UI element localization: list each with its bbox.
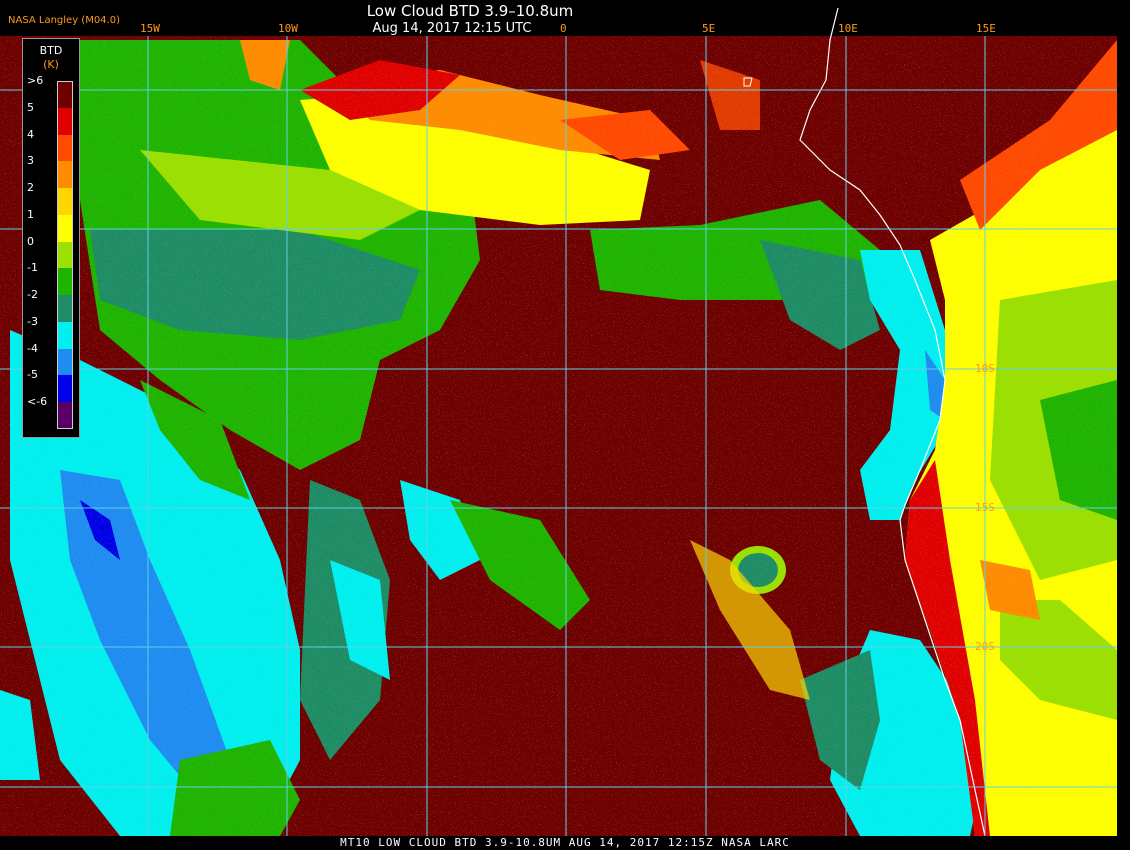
legend-title: BTD: [39, 44, 63, 57]
legend-label: -5: [27, 368, 38, 382]
legend-label: 1: [27, 207, 34, 221]
legend-swatch: [57, 348, 73, 376]
lat-label-15s: 15S: [975, 501, 995, 514]
legend-label: <-6: [27, 395, 48, 409]
legend-swatch: [57, 107, 73, 135]
legend-swatch: [57, 295, 73, 322]
lat-label-10s: 10S: [975, 362, 995, 375]
lon-label-15w: 15W: [140, 22, 160, 35]
credit-label: NASA Langley (M04.0): [8, 15, 120, 26]
legend-label: -3: [27, 314, 38, 328]
footer-caption: MT10 LOW CLOUD BTD 3.9-10.8UM AUG 14, 20…: [0, 836, 1130, 850]
legend-swatch: [57, 321, 73, 349]
satellite-map: [0, 7, 1130, 837]
legend-label: 0: [27, 234, 34, 248]
lon-label-5e: 5E: [702, 22, 716, 35]
legend-label: 2: [27, 181, 34, 195]
legend-swatch: [57, 375, 73, 403]
map-title: Low Cloud BTD 3.9–10.8um: [366, 2, 574, 20]
legend-label: -2: [27, 288, 38, 302]
lon-label-15e: 15E: [976, 22, 996, 35]
legend-swatch: [57, 268, 73, 296]
legend-label: 3: [27, 154, 34, 168]
lon-label-10w: 10W: [278, 22, 298, 35]
legend-label: >6: [27, 74, 44, 87]
lon-label-0: 0: [560, 22, 567, 35]
legend-swatch: [57, 402, 73, 429]
color-legend: BTD (K) >6 5 4 3 2 1 0 -1 -2 -3 -4 -5 <-6: [22, 38, 80, 438]
legend-swatch: [57, 214, 73, 242]
legend-swatch: [57, 241, 73, 269]
legend-swatch: [57, 81, 73, 108]
legend-entry: <-6: [23, 395, 79, 429]
lon-label-10e: 10E: [838, 22, 858, 35]
legend-unit: (K): [43, 58, 59, 71]
legend-label: -4: [27, 341, 38, 355]
legend-swatch: [57, 188, 73, 215]
lat-label-20s: 20S: [975, 640, 995, 653]
legend-label: 5: [27, 100, 34, 114]
legend-swatch: [57, 161, 73, 189]
legend-label: -1: [27, 261, 38, 275]
legend-label: 4: [27, 127, 34, 141]
legend-swatch: [57, 134, 73, 162]
